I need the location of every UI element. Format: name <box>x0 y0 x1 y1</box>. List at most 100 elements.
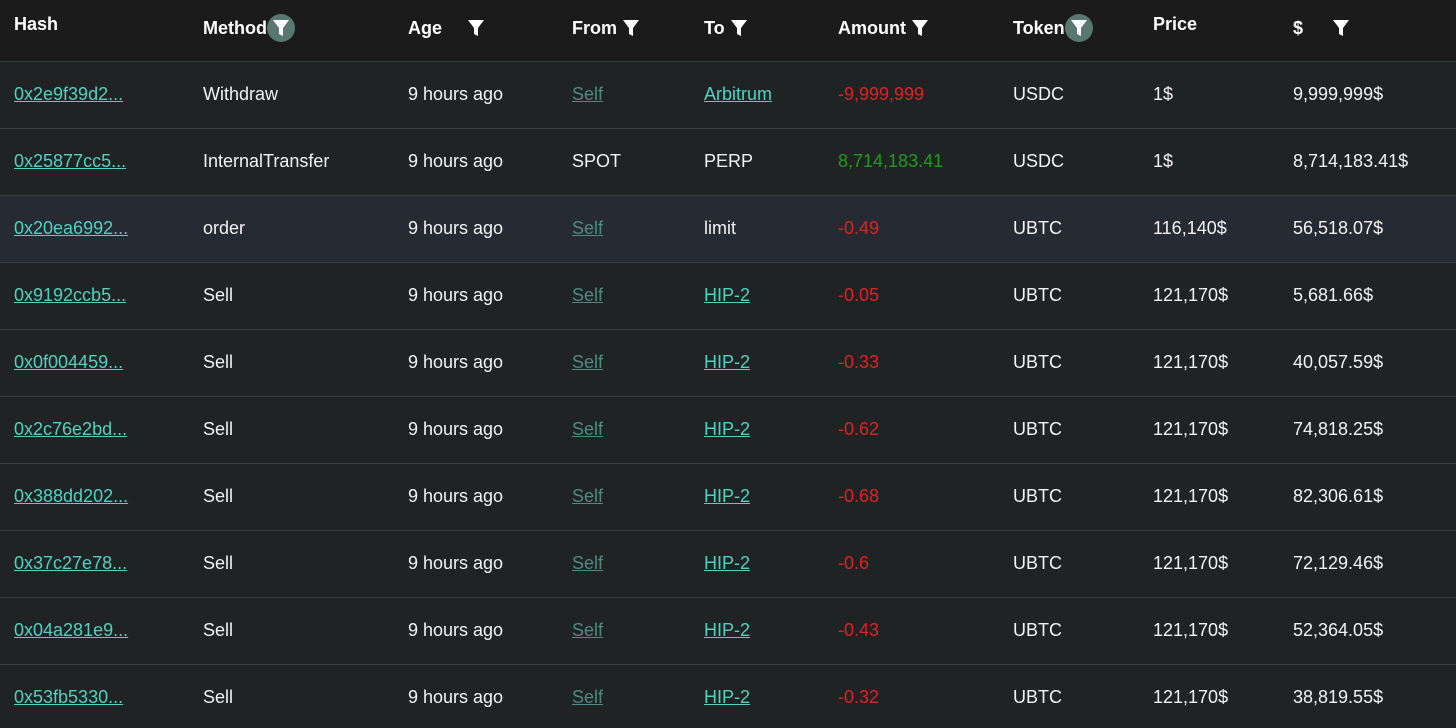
method-cell: Sell <box>203 620 234 640</box>
to-cell: limit <box>704 218 736 238</box>
to-link[interactable]: HIP-2 <box>704 687 750 708</box>
from-self-link[interactable]: Self <box>572 352 603 373</box>
usd-cell: 9,999,999$ <box>1293 84 1384 104</box>
table-header: Hash Method Age From To Amount Token Pri… <box>0 0 1456 62</box>
header-method-label: Method <box>203 17 267 38</box>
from-self-link[interactable]: Self <box>572 620 603 641</box>
hash-link[interactable]: 0x9192ccb5... <box>14 285 126 306</box>
age-cell: 9 hours ago <box>408 285 504 305</box>
header-hash-label: Hash <box>14 14 59 34</box>
method-cell: Sell <box>203 687 234 707</box>
usd-cell: 72,129.46$ <box>1293 553 1384 573</box>
price-cell: 1$ <box>1153 84 1174 104</box>
transactions-table: Hash Method Age From To Amount Token Pri… <box>0 0 1456 728</box>
header-from-label: From <box>572 17 617 38</box>
amount-filter-icon[interactable] <box>906 14 934 42</box>
table-row[interactable]: 0x53fb5330... Sell 9 hours ago Self HIP-2 -0.… <box>0 665 1456 728</box>
table-row[interactable]: 0x0f004459... Sell 9 hours ago Self HIP-2 -0.… <box>0 330 1456 397</box>
age-cell: 9 hours ago <box>408 84 504 104</box>
table-row[interactable]: 0x37c27e78... Sell 9 hours ago Self HIP-2 -0.… <box>0 531 1456 598</box>
hash-link[interactable]: 0x37c27e78... <box>14 553 127 574</box>
table-row[interactable]: 0x2e9f39d2... Withdraw 9 hours ago Self Arbi… <box>0 62 1456 129</box>
table-row[interactable]: 0x04a281e9... Sell 9 hours ago Self HIP-2 -0.… <box>0 598 1456 665</box>
amount-cell: -0.68 <box>838 486 880 506</box>
hash-link[interactable]: 0x2e9f39d2... <box>14 84 123 105</box>
header-method: Method <box>203 14 295 42</box>
hash-link[interactable]: 0x2c76e2bd... <box>14 419 127 440</box>
price-cell: 116,140$ <box>1153 218 1227 238</box>
age-cell: 9 hours ago <box>408 151 504 171</box>
price-cell: 121,170$ <box>1153 419 1229 439</box>
header-token-label: Token <box>1013 17 1065 38</box>
from-self-link[interactable]: Self <box>572 553 603 574</box>
header-amount: Amount <box>838 14 934 42</box>
from-cell: SPOT <box>572 151 622 171</box>
to-link[interactable]: Arbitrum <box>704 84 772 105</box>
hash-link[interactable]: 0x53fb5330... <box>14 687 123 708</box>
header-to-label: To <box>704 17 725 38</box>
age-filter-icon[interactable] <box>462 14 490 42</box>
token-filter-icon[interactable] <box>1064 14 1093 42</box>
age-cell: 9 hours ago <box>408 687 504 707</box>
header-hash: Hash <box>14 14 58 35</box>
table-row[interactable]: 0x25877cc5... InternalTransfer 9 hours ago… <box>0 129 1456 196</box>
usd-cell: 8,714,183.41$ <box>1293 151 1409 171</box>
header-usd: $ <box>1293 14 1355 42</box>
usd-filter-icon[interactable] <box>1327 14 1355 42</box>
hash-link[interactable]: 0x25877cc5... <box>14 151 126 172</box>
token-cell: UBTC <box>1013 218 1062 238</box>
from-self-link[interactable]: Self <box>572 218 603 239</box>
price-cell: 1$ <box>1153 151 1174 171</box>
token-cell: UBTC <box>1013 419 1062 439</box>
method-cell: Sell <box>203 285 234 305</box>
token-cell: UBTC <box>1013 285 1062 305</box>
header-token: Token <box>1013 14 1093 42</box>
to-link[interactable]: HIP-2 <box>704 285 750 306</box>
age-cell: 9 hours ago <box>408 553 504 573</box>
age-cell: 9 hours ago <box>408 486 504 506</box>
table-row[interactable]: 0x20ea6992... order 9 hours ago Self limit -0… <box>0 196 1456 263</box>
hash-link[interactable]: 0x04a281e9... <box>14 620 128 641</box>
header-usd-label: $ <box>1293 17 1304 38</box>
header-to: To <box>704 14 753 42</box>
usd-cell: 56,518.07$ <box>1293 218 1384 238</box>
amount-cell: -0.33 <box>838 352 880 372</box>
from-self-link[interactable]: Self <box>572 419 603 440</box>
amount-cell: -0.62 <box>838 419 880 439</box>
from-self-link[interactable]: Self <box>572 687 603 708</box>
price-cell: 121,170$ <box>1153 687 1229 707</box>
from-self-link[interactable]: Self <box>572 84 603 105</box>
from-self-link[interactable]: Self <box>572 486 603 507</box>
table-row[interactable]: 0x9192ccb5... Sell 9 hours ago Self HIP-2 -0.… <box>0 263 1456 330</box>
token-cell: UBTC <box>1013 352 1062 372</box>
to-link[interactable]: HIP-2 <box>704 620 750 641</box>
to-filter-icon[interactable] <box>725 14 753 42</box>
to-link[interactable]: HIP-2 <box>704 419 750 440</box>
from-filter-icon[interactable] <box>617 14 645 42</box>
token-cell: UBTC <box>1013 687 1062 707</box>
price-cell: 121,170$ <box>1153 486 1229 506</box>
amount-cell: -0.43 <box>838 620 880 640</box>
token-cell: USDC <box>1013 84 1065 104</box>
usd-cell: 38,819.55$ <box>1293 687 1384 707</box>
price-cell: 121,170$ <box>1153 553 1229 573</box>
method-filter-icon[interactable] <box>266 14 295 42</box>
method-cell: Sell <box>203 486 234 506</box>
header-from: From <box>572 14 645 42</box>
from-self-link[interactable]: Self <box>572 285 603 306</box>
age-cell: 9 hours ago <box>408 352 504 372</box>
table-row[interactable]: 0x2c76e2bd... Sell 9 hours ago Self HIP-2 -0.… <box>0 397 1456 464</box>
to-link[interactable]: HIP-2 <box>704 352 750 373</box>
table-row[interactable]: 0x388dd202... Sell 9 hours ago Self HIP-2 -0.… <box>0 464 1456 531</box>
header-price: Price <box>1153 14 1197 35</box>
price-cell: 121,170$ <box>1153 285 1229 305</box>
header-price-label: Price <box>1153 14 1198 34</box>
hash-link[interactable]: 0x20ea6992... <box>14 218 128 239</box>
hash-link[interactable]: 0x0f004459... <box>14 352 123 373</box>
amount-cell: -0.6 <box>838 553 870 573</box>
to-link[interactable]: HIP-2 <box>704 553 750 574</box>
price-cell: 121,170$ <box>1153 620 1229 640</box>
hash-link[interactable]: 0x388dd202... <box>14 486 128 507</box>
amount-cell: -0.32 <box>838 687 880 707</box>
to-link[interactable]: HIP-2 <box>704 486 750 507</box>
